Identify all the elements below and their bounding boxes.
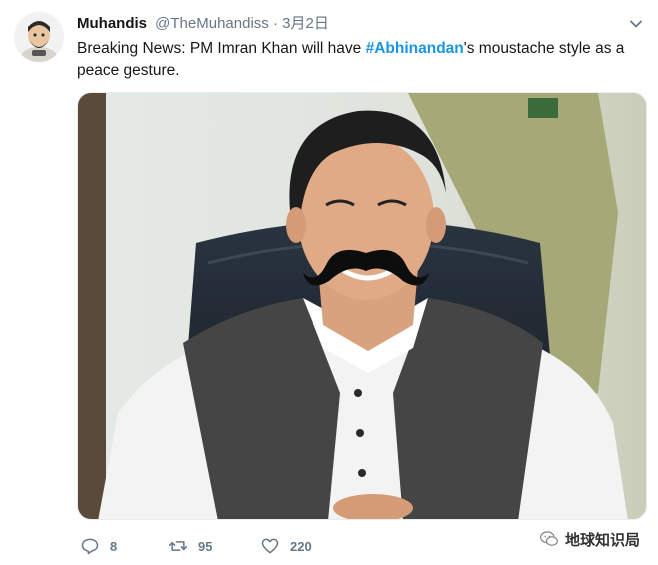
tweet-date[interactable]: 3月2日 bbox=[282, 15, 329, 32]
tweet-text-part: Breaking News: PM Imran Khan will have bbox=[77, 40, 366, 57]
reply-icon bbox=[81, 538, 99, 555]
avatar[interactable] bbox=[14, 12, 64, 62]
tweet-photo[interactable] bbox=[77, 92, 647, 520]
retweet-count: 95 bbox=[198, 538, 213, 554]
like-button[interactable]: 220 bbox=[260, 534, 312, 558]
more-options-button[interactable] bbox=[628, 16, 644, 32]
wechat-icon bbox=[540, 531, 558, 546]
watermark: 地球知识局 bbox=[539, 528, 640, 550]
separator-dot: · bbox=[272, 15, 278, 32]
tweet-header: Muhandis @TheMuhandiss · 3月2日 bbox=[77, 12, 646, 36]
like-count: 220 bbox=[290, 538, 312, 554]
reply-button[interactable]: 8 bbox=[80, 534, 117, 558]
user-handle[interactable]: @TheMuhandiss bbox=[155, 15, 269, 32]
heart-icon bbox=[261, 538, 279, 554]
reply-count: 8 bbox=[110, 538, 118, 554]
hashtag-link[interactable]: #Abhinandan bbox=[366, 40, 464, 57]
watermark-text: 地球知识局 bbox=[564, 531, 640, 549]
tweet-text: Breaking News: PM Imran Khan will have #… bbox=[77, 38, 637, 82]
retweet-button[interactable]: 95 bbox=[168, 534, 212, 558]
photo-illustration bbox=[78, 93, 646, 519]
display-name[interactable]: Muhandis bbox=[77, 15, 147, 32]
avatar-cartoon-icon bbox=[14, 12, 64, 62]
retweet-icon bbox=[168, 541, 188, 551]
chevron-down-icon bbox=[630, 20, 642, 28]
